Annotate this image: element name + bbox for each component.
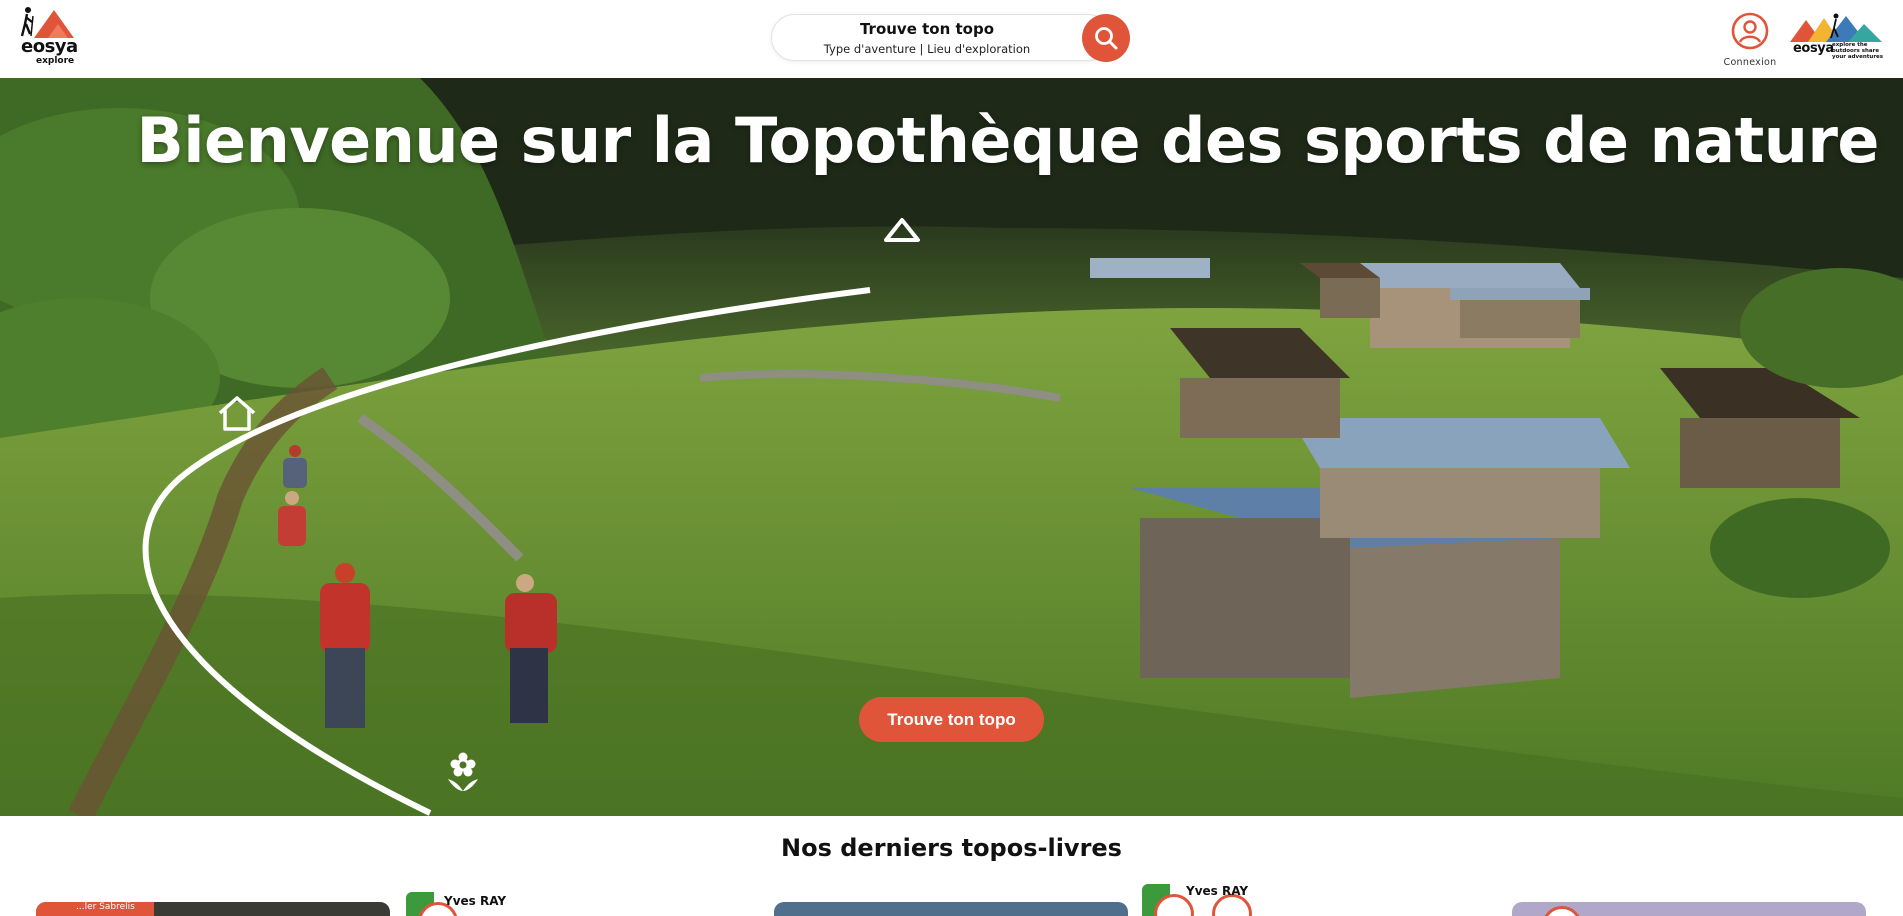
site-header: eosya explore Trouve ton topo Type d'ave… — [0, 0, 1903, 78]
search-filters[interactable]: Type d'aventure | Lieu d'exploration — [772, 42, 1082, 56]
search-button[interactable] — [1082, 14, 1130, 62]
search-title: Trouve ton topo — [859, 20, 995, 38]
logo-mountains-icon — [1790, 13, 1882, 42]
activity-icon — [1542, 906, 1582, 916]
logo-sub-text: explore — [36, 56, 75, 66]
section-title: Nos derniers topos-livres — [781, 834, 1122, 862]
topo-card[interactable] — [1512, 902, 1866, 916]
login-label: Connexion — [1723, 57, 1777, 68]
hero-title: Bienvenue sur la Topothèque des sports d… — [136, 104, 1880, 177]
user-icon — [1731, 12, 1769, 50]
card-author[interactable]: Yves RAY — [1186, 884, 1248, 898]
eosya-explore-logo[interactable]: eosya explore — [18, 6, 78, 70]
topo-card[interactable] — [774, 902, 1128, 916]
mountain-icon — [884, 218, 920, 242]
hero-banner: Bienvenue sur la Topothèque des sports d… — [0, 78, 1903, 816]
card-tag: ...ler Sabrelis — [36, 902, 154, 916]
home-icon — [218, 396, 256, 431]
topo-card[interactable]: ...ler Sabrelis — [36, 902, 390, 916]
eosya-partner-logo[interactable]: eosya explore the outdoors share your ad… — [1790, 12, 1890, 62]
find-topo-button[interactable]: Trouve ton topo — [859, 697, 1044, 742]
login-button[interactable]: Connexion — [1718, 12, 1782, 68]
card-author[interactable]: Yves RAY — [444, 894, 506, 908]
partner-tagline: explore the outdoors share your adventur… — [1832, 42, 1884, 60]
partner-brand-text: eosya — [1793, 41, 1834, 56]
logo-mountain-icon — [20, 7, 74, 38]
search-icon — [1095, 27, 1118, 50]
logo-brand-text: eosya — [21, 36, 78, 57]
search-bar[interactable]: Trouve ton topo Type d'aventure | Lieu d… — [771, 14, 1111, 61]
flower-icon — [448, 752, 478, 791]
